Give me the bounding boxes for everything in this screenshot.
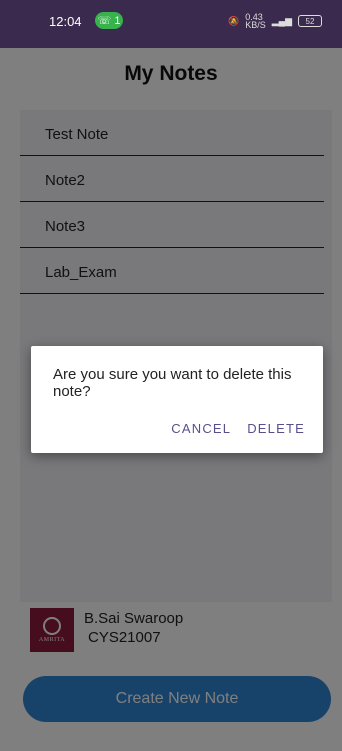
dialog-message: Are you sure you want to delete this not…	[53, 366, 292, 400]
delete-button[interactable]: DELETE	[247, 421, 305, 436]
battery-icon: 52	[298, 15, 322, 27]
notification-pill: ☏ 1	[95, 12, 123, 29]
status-time: 12:04	[49, 14, 82, 29]
notification-count: 1	[114, 14, 121, 27]
status-icons: 🔕 0.43 KB/S ▂▄▆ 52	[228, 12, 322, 30]
battery-level: 52	[305, 16, 315, 26]
signal-icon: ▂▄▆	[271, 15, 292, 26]
status-bar: 12:04 ☏ 1 🔕 0.43 KB/S ▂▄▆ 52	[0, 0, 342, 48]
call-icon: ☏	[97, 15, 112, 27]
net-speed: 0.43 KB/S	[245, 12, 266, 30]
dialog-actions: CANCEL DELETE	[171, 421, 305, 436]
cancel-button[interactable]: CANCEL	[171, 421, 231, 436]
mute-icon: 🔕	[228, 15, 240, 26]
delete-confirm-dialog: Are you sure you want to delete this not…	[31, 346, 323, 453]
